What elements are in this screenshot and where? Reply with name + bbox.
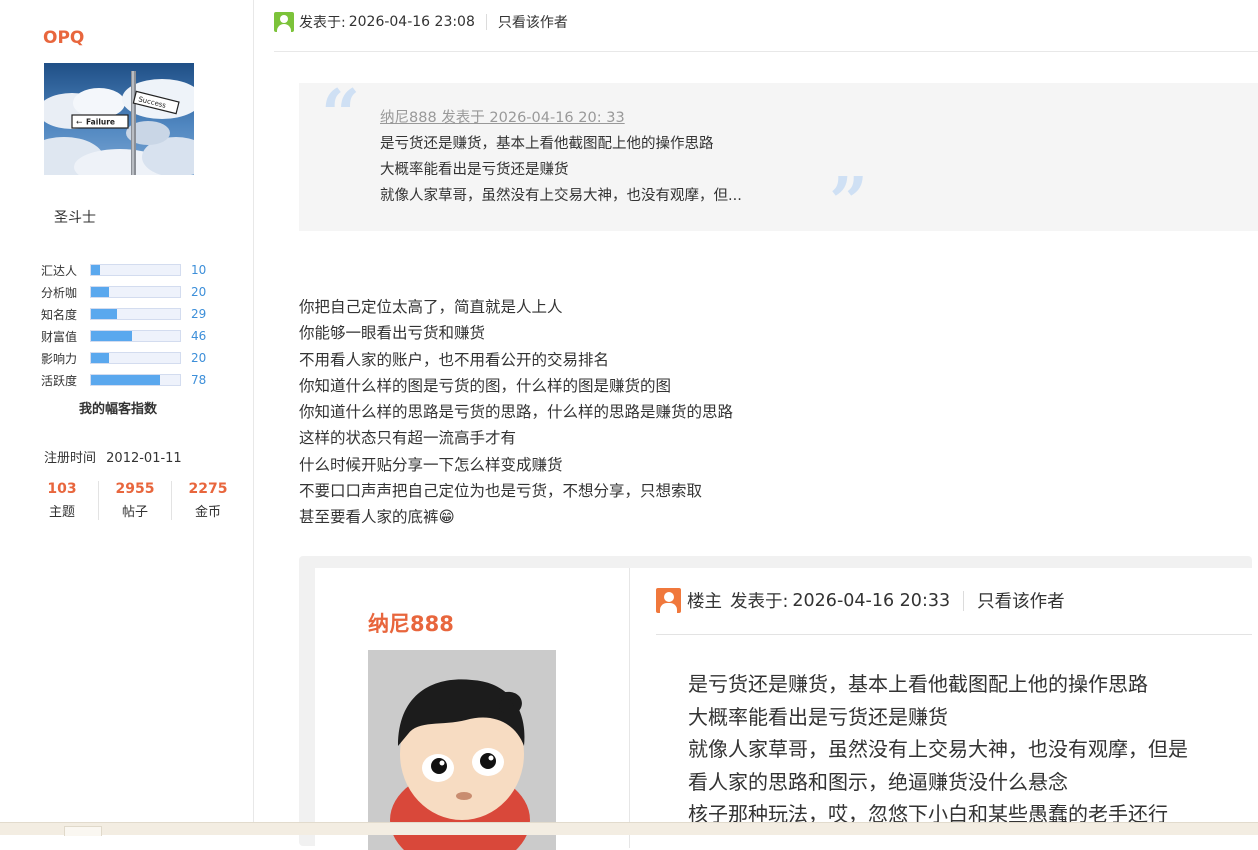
stat-label: 财富值: [41, 329, 78, 344]
divider: [485, 14, 487, 30]
count-coins[interactable]: 2275 金币: [172, 481, 244, 520]
embedded-posted-label: 发表于:: [730, 592, 789, 612]
quote-open-icon: “: [321, 75, 361, 155]
body-line: 不用看人家的账户，也不用看公开的交易排名: [299, 350, 610, 369]
user-rank: 圣斗士: [54, 210, 96, 226]
post-header: 发表于: 2026-04-16 23:08 只看该作者: [274, 12, 568, 32]
stat-value: 20: [191, 285, 207, 299]
avatar-image: Success ← Failure: [44, 63, 194, 175]
stat-bar: [90, 286, 181, 298]
embedded-post: 纳尼888 楼主 发表于: 2026-04-16 20:33 只看该作者 是亏货…: [315, 568, 1252, 850]
count-number: 2955: [115, 481, 155, 497]
stat-bar-fill: [91, 287, 109, 297]
embedded-author-name: 纳尼888: [368, 612, 454, 636]
stat-bar-fill: [91, 265, 100, 275]
body-line: 你能够一眼看出亏货和赚货: [299, 324, 486, 343]
body-line: 什么时候开贴分享一下怎么样变成赚货: [299, 455, 563, 474]
header-divider: [274, 51, 1258, 52]
stat-bar-fill: [91, 309, 117, 319]
only-author-link[interactable]: 只看该作者: [498, 12, 568, 32]
stat-value: 20: [191, 351, 207, 365]
body-line: 这样的状态只有超一流高手才有: [299, 429, 517, 448]
embedded-line: 看人家的思路和图示，绝逼赚货没什么悬念: [688, 769, 1068, 794]
count-number: 103: [47, 481, 77, 497]
user-counts: 103 主题 2955 帖子 2275 金币: [26, 481, 244, 520]
stat-row: 知名度 29: [41, 303, 206, 325]
stat-bar-fill: [91, 353, 109, 363]
body-line: 你把自己定位太高了，简直就是人上人: [299, 298, 563, 316]
stat-row: 财富值 46: [41, 325, 206, 347]
stat-bar: [90, 330, 181, 342]
stat-bar: [90, 308, 181, 320]
body-line: 你知道什么样的思路是亏货的思路，什么样的思路是赚货的思路: [299, 403, 734, 422]
author-sidebar: OPQ Success ← Failure 圣斗士 汇达人 10 分析咖 20 …: [0, 0, 254, 834]
stat-row: 影响力 20: [41, 347, 206, 369]
quote-line: 大概率能看出是亏货还是赚货: [380, 162, 569, 178]
stat-row: 分析咖 20: [41, 281, 206, 303]
stat-row: 活跃度 78: [41, 369, 206, 391]
stat-value: 78: [191, 373, 207, 387]
cartoon-boy-image: [368, 650, 556, 850]
count-topics[interactable]: 103 主题: [26, 481, 99, 520]
stat-bar-fill: [91, 331, 132, 341]
bottom-toolbar: [0, 822, 1258, 836]
embedded-header-divider: [656, 634, 1252, 635]
post-body: 你把自己定位太高了，简直就是人上人 你能够一眼看出亏货和赚货 不用看人家的账户，…: [299, 294, 733, 531]
user-icon: [274, 12, 294, 32]
embedded-avatar: [368, 650, 556, 850]
register-info: 注册时间 2012-01-11: [44, 447, 182, 466]
quote-line: 是亏货还是赚货，基本上看他截图配上他的操作思路: [380, 136, 714, 152]
body-line: 甚至要看人家的底裤😁: [299, 508, 455, 527]
embedded-line: 就像人家草哥，虽然没有上交易大神，也没有观摩，但是: [688, 737, 1188, 761]
stats-panel: 汇达人 10 分析咖 20 知名度 29 财富值 46 影响力 20 活跃度 7…: [41, 259, 206, 391]
svg-text:←: ←: [76, 118, 82, 127]
stat-label: 汇达人: [41, 263, 78, 278]
stat-label: 影响力: [41, 351, 78, 366]
quote-block: “ 纳尼888 发表于 2026-04-16 20: 33 是亏货还是赚货，基本…: [299, 75, 1258, 237]
register-date: 2012-01-11: [106, 451, 182, 466]
stat-bar-fill: [91, 375, 161, 385]
embedded-only-author: 只看该作者: [977, 592, 1065, 612]
stat-bar: [90, 374, 181, 386]
embedded-line: 是亏货还是赚货，基本上看他截图配上他的操作思路: [688, 672, 1148, 696]
stat-bar: [90, 264, 181, 276]
body-line: 不要口口声声把自己定位为也是亏货，不想分享，只想索取: [299, 482, 703, 501]
count-posts[interactable]: 2955 帖子: [99, 481, 172, 520]
author-name[interactable]: OPQ: [43, 28, 84, 48]
stats-title: 我的幅客指数: [79, 402, 158, 417]
count-label: 帖子: [121, 505, 148, 520]
failure-sign-text: Failure: [86, 118, 115, 127]
user-icon: [656, 588, 681, 613]
count-label: 主题: [48, 505, 75, 520]
count-number: 2275: [188, 481, 228, 497]
author-avatar[interactable]: Success ← Failure: [44, 63, 194, 175]
posted-label: 发表于:: [299, 15, 346, 31]
stat-label: 知名度: [41, 307, 78, 322]
divider: [963, 590, 965, 611]
stat-bar: [90, 352, 181, 364]
embedded-screenshot[interactable]: 纳尼888 楼主 发表于: 2026-04-16 20:33 只看该作者 是亏货…: [299, 556, 1252, 850]
count-label: 金币: [194, 505, 221, 520]
embedded-line: 大概率能看出是亏货还是赚货: [688, 704, 948, 729]
stat-row: 汇达人 10: [41, 259, 206, 281]
bottom-tab[interactable]: [64, 826, 102, 836]
embedded-timestamp: 2026-04-16 20:33: [792, 590, 951, 611]
stat-value: 29: [191, 307, 207, 321]
embedded-author-sidebar: 纳尼888: [315, 568, 630, 850]
quote-line: 就像人家草哥，虽然没有上交易大神，也没有观摩，但...: [380, 188, 742, 204]
stat-label: 活跃度: [41, 373, 78, 388]
quote-close-icon: ”: [829, 163, 869, 243]
body-line: 你知道什么样的图是亏货的图，什么样的图是赚货的图: [299, 376, 672, 395]
embedded-post-header: 楼主 发表于: 2026-04-16 20:33 只看该作者: [656, 588, 1065, 613]
stat-value: 46: [191, 329, 207, 343]
stat-value: 10: [191, 263, 207, 277]
register-label: 注册时间: [44, 451, 97, 466]
embedded-post-body: 是亏货还是赚货，基本上看他截图配上他的操作思路 大概率能看出是亏货还是赚货 就像…: [688, 668, 1188, 831]
post-timestamp: 2026-04-16 23:08: [348, 14, 475, 30]
stat-label: 分析咖: [41, 285, 78, 300]
quote-source-link[interactable]: 纳尼888 发表于 2026-04-16 20: 33: [380, 106, 625, 127]
embedded-role: 楼主: [687, 592, 722, 612]
